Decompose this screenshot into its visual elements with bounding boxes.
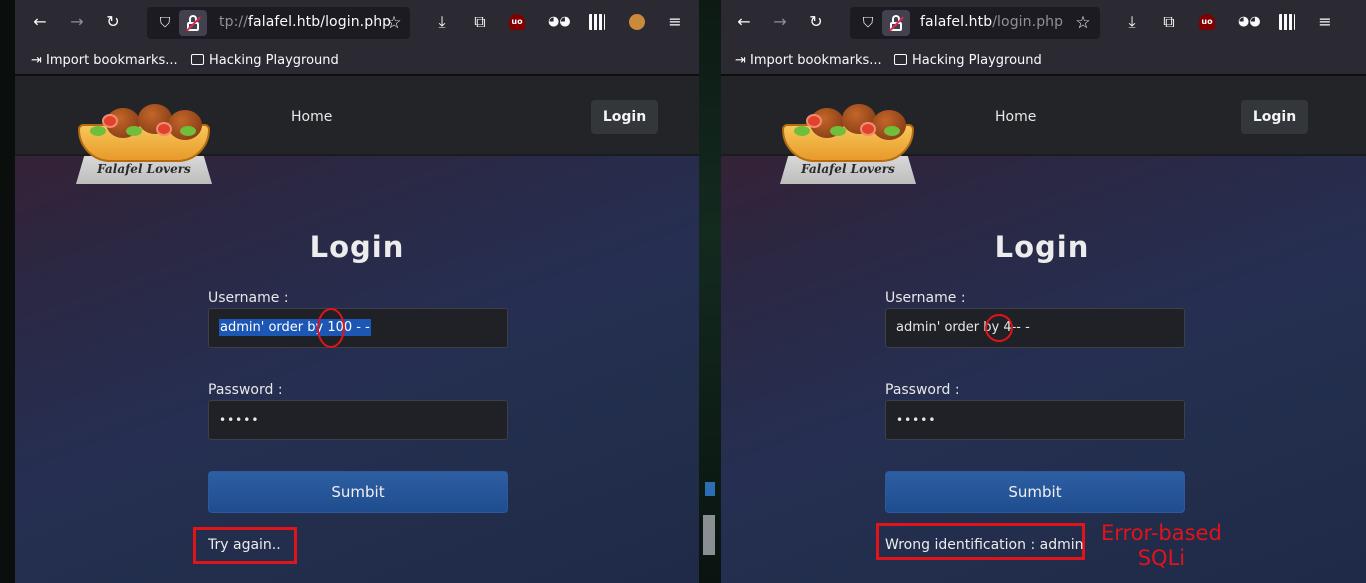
bookmark-import[interactable]: ⇥ Import bookmarks... (735, 52, 882, 70)
page-content: Home Login Falafel Lovers Login Username… (15, 76, 699, 583)
qr-icon[interactable] (1279, 14, 1295, 30)
nav-home-link[interactable]: Home (291, 109, 332, 125)
password-label: Password : (208, 382, 283, 398)
url-bar[interactable]: ⛉ falafel.htb/login.php ☆ (850, 7, 1100, 39)
back-arrow-icon[interactable]: ← (733, 11, 755, 33)
result-message: Wrong identification : admin (885, 537, 1084, 553)
folder-icon (894, 54, 907, 65)
bookmark-folder[interactable]: Hacking Playground (894, 52, 1042, 70)
forward-arrow-icon[interactable]: → (66, 11, 88, 33)
owl-icon[interactable]: ◕◕ (548, 14, 571, 30)
download-icon[interactable]: ⤓ (431, 11, 453, 33)
nav-login-button[interactable]: Login (1241, 100, 1308, 134)
annotation-circle (317, 308, 345, 348)
ublock-icon[interactable]: uo (509, 14, 525, 30)
import-icon: ⇥ (735, 53, 751, 68)
insecure-lock-icon[interactable] (179, 10, 207, 36)
import-icon: ⇥ (31, 53, 47, 68)
nav-login-button[interactable]: Login (591, 100, 658, 134)
shield-icon[interactable]: ⛉ (155, 13, 175, 33)
bookmark-import[interactable]: ⇥ Import bookmarks... (31, 52, 178, 70)
reload-icon[interactable]: ↻ (102, 11, 124, 33)
desktop-background-strip (699, 0, 721, 583)
desktop-fragment-grey (703, 515, 715, 555)
download-icon[interactable]: ⤓ (1121, 11, 1143, 33)
reload-icon[interactable]: ↻ (805, 11, 827, 33)
url-text[interactable]: falafel.htb/login.php (920, 14, 1063, 30)
browser-toolbar: ← → ↻ ⛉ tp://falafel.htb/login.php ☆ ⤓ ⧉… (15, 0, 699, 45)
page-title: Login (994, 230, 1090, 264)
menu-icon[interactable]: ≡ (664, 11, 686, 33)
username-selected-text: admin' order by 100 - - (219, 319, 371, 336)
username-label: Username : (208, 290, 289, 306)
username-input[interactable]: admin' order by 100 - - (208, 308, 508, 348)
desktop-fragment-blue (705, 482, 715, 496)
username-input[interactable]: admin' order by 4-- - (885, 308, 1185, 348)
page-title: Login (309, 230, 405, 264)
extensions-icon[interactable]: ⧉ (1158, 11, 1180, 33)
password-input[interactable]: ••••• (885, 400, 1185, 440)
star-icon[interactable]: ☆ (383, 12, 405, 34)
annotation-label: Error-based SQLi (1101, 521, 1222, 570)
ublock-icon[interactable]: uo (1199, 14, 1215, 30)
owl-icon[interactable]: ◕◕ (1238, 14, 1261, 30)
forward-arrow-icon[interactable]: → (769, 11, 791, 33)
folder-icon (191, 54, 204, 65)
menu-icon[interactable]: ≡ (1314, 11, 1336, 33)
bookmark-folder[interactable]: Hacking Playground (191, 52, 339, 70)
username-label: Username : (885, 290, 966, 306)
qr-icon[interactable] (589, 14, 605, 30)
page-content: Home Login Falafel Lovers Login Username… (721, 76, 1366, 583)
password-input[interactable]: ••••• (208, 400, 508, 440)
result-message: Try again.. (208, 537, 281, 553)
logo-text: Falafel Lovers (801, 162, 895, 176)
browser-toolbar: ← → ↻ ⛉ falafel.htb/login.php ☆ ⤓ ⧉ uo ◕… (721, 0, 1366, 45)
back-arrow-icon[interactable]: ← (29, 11, 51, 33)
url-bar[interactable]: ⛉ tp://falafel.htb/login.php ☆ (147, 7, 410, 39)
browser-window-left: ← → ↻ ⛉ tp://falafel.htb/login.php ☆ ⤓ ⧉… (15, 0, 699, 583)
star-icon[interactable]: ☆ (1072, 12, 1094, 34)
password-label: Password : (885, 382, 960, 398)
screenshot-stage: ← → ↻ ⛉ tp://falafel.htb/login.php ☆ ⤓ ⧉… (0, 0, 1366, 583)
submit-button[interactable]: Sumbit (885, 471, 1185, 513)
browser-window-right: ← → ↻ ⛉ falafel.htb/login.php ☆ ⤓ ⧉ uo ◕… (721, 0, 1366, 583)
site-logo[interactable]: Falafel Lovers (76, 104, 212, 184)
nav-home-link[interactable]: Home (995, 109, 1036, 125)
url-text[interactable]: tp://falafel.htb/login.php (219, 14, 391, 30)
shield-icon[interactable]: ⛉ (858, 13, 878, 33)
annotation-circle (985, 314, 1013, 342)
extensions-icon[interactable]: ⧉ (469, 11, 491, 33)
insecure-lock-icon[interactable] (882, 10, 910, 36)
desktop-edge (0, 0, 15, 583)
logo-text: Falafel Lovers (97, 162, 191, 176)
site-logo[interactable]: Falafel Lovers (780, 104, 916, 184)
submit-button[interactable]: Sumbit (208, 471, 508, 513)
cookie-icon[interactable] (629, 14, 645, 30)
